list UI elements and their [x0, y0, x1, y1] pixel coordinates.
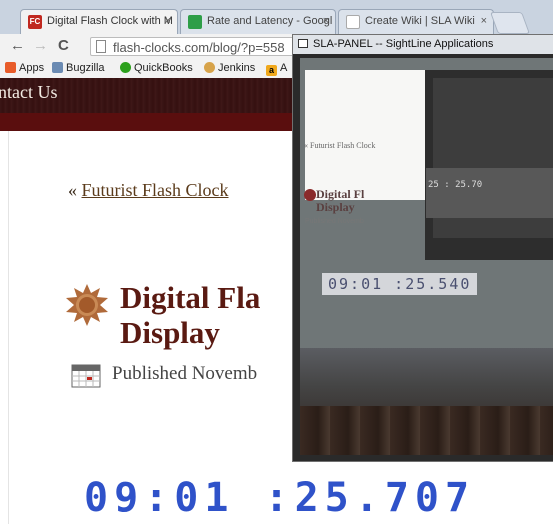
apps-grid-icon — [5, 62, 16, 73]
calendar-icon — [71, 364, 101, 388]
page-icon — [96, 40, 106, 53]
video-prev-link: « Futurist Flash Clock — [304, 141, 376, 150]
video-desk — [300, 406, 553, 455]
bookmark-label: QuickBooks — [134, 62, 193, 74]
sun-badge-icon — [66, 284, 108, 326]
bookmark-jenkins[interactable]: Jenkins — [204, 62, 255, 74]
video-clock-readout: 09:01 :25.540 — [322, 273, 478, 295]
digital-clock-display: 09:01 :25.707 — [84, 475, 476, 521]
camera-video-feed: « Futurist Flash Clock Digital Fl Display… — [300, 58, 553, 455]
tab-digital-flash-clock[interactable]: FC Digital Flash Clock with M × — [20, 9, 178, 34]
video-sun-icon — [304, 189, 316, 201]
bookmark-label: Bugzilla — [66, 62, 105, 74]
google-sheets-favicon-icon — [188, 15, 202, 29]
post-title: Digital Fla Display — [120, 280, 261, 350]
bookmark-label: Jenkins — [218, 62, 256, 74]
close-tab-icon[interactable]: × — [165, 10, 171, 32]
tab-label: Digital Flash Clock with M — [47, 15, 173, 27]
reload-icon[interactable]: C — [58, 37, 69, 54]
bookmark-label: Apps — [19, 62, 45, 74]
video-published: Published Novemb — [305, 218, 364, 225]
tab-label: Create Wiki | SLA Wiki — [365, 15, 475, 27]
forward-arrow-icon[interactable]: → — [33, 37, 48, 54]
video-tiny-clock: 25 : 25.70 — [428, 180, 483, 190]
back-arrow-icon[interactable]: ← — [10, 37, 25, 54]
window-title-bar[interactable]: SLA-PANEL -- SightLine Applications — [293, 35, 553, 54]
previous-post-link[interactable]: Futurist Flash Clock — [82, 180, 229, 200]
address-text: flash-clocks.com/blog/?p=558 — [113, 40, 285, 55]
bookmark-quickbooks[interactable]: QuickBooks — [120, 62, 193, 74]
jenkins-icon — [204, 62, 215, 73]
flash-clocks-favicon-icon: FC — [28, 15, 42, 29]
published-date: Published Novemb — [112, 363, 258, 384]
bugzilla-icon — [52, 62, 63, 73]
prev-arrow: « — [68, 180, 77, 200]
bookmark-label: A — [280, 62, 288, 74]
browser-tab-strip: FC Digital Flash Clock with M × Rate and… — [0, 0, 553, 34]
close-tab-icon[interactable]: × — [323, 10, 329, 32]
nav-contact-us[interactable]: ntact Us — [0, 82, 57, 103]
content-border — [8, 131, 9, 524]
video-post-title: Digital Fl Display — [316, 187, 365, 214]
close-tab-icon[interactable]: × — [481, 10, 487, 32]
window-app-icon — [298, 39, 308, 48]
amazon-icon: a — [266, 65, 277, 76]
tab-rate-and-latency[interactable]: Rate and Latency - Googl × — [180, 9, 336, 34]
quickbooks-icon — [120, 62, 131, 73]
bookmark-bugzilla[interactable]: Bugzilla — [52, 62, 105, 74]
previous-post-nav: « Futurist Flash Clock — [68, 180, 229, 201]
new-tab-button[interactable] — [489, 12, 531, 34]
tab-label: Rate and Latency - Googl — [207, 15, 333, 27]
window-title: SLA-PANEL -- SightLine Applications — [313, 38, 494, 50]
sla-panel-window[interactable]: SLA-PANEL -- SightLine Applications « Fu… — [292, 34, 553, 462]
video-nested-panel — [426, 168, 553, 218]
bookmark-amazon[interactable]: aA — [266, 62, 287, 76]
tab-create-wiki[interactable]: Create Wiki | SLA Wiki × — [338, 9, 494, 34]
bookmark-apps[interactable]: Apps — [5, 62, 44, 74]
page-favicon-icon — [346, 15, 360, 29]
